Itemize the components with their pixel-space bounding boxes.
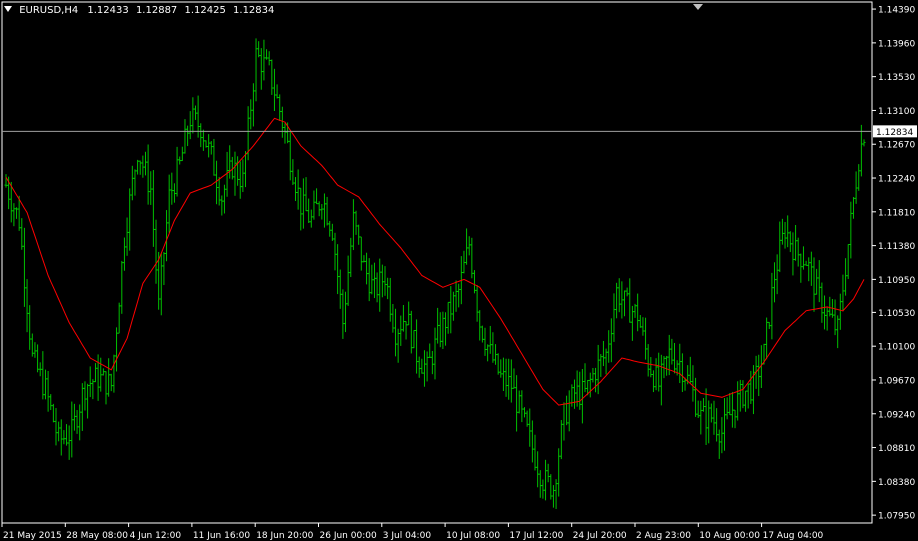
plot-frame bbox=[1, 1, 873, 524]
y-tick-label: 1.13960 bbox=[878, 39, 915, 49]
y-tick-label: 1.12240 bbox=[878, 175, 915, 185]
y-tick-label: 1.13100 bbox=[878, 107, 915, 117]
y-tick-label: 1.09240 bbox=[878, 410, 915, 420]
x-tick-label: 17 Aug 04:00 bbox=[763, 531, 824, 541]
x-tick-label: 10 Aug 00:00 bbox=[699, 531, 760, 541]
x-tick-label: 2 Aug 23:00 bbox=[636, 531, 691, 541]
open-value: 1.12433 bbox=[87, 5, 129, 16]
x-tick-label: 10 Jul 08:00 bbox=[446, 531, 500, 541]
ohlc-values: 1.12433 1.12887 1.12425 1.12834 bbox=[87, 5, 278, 16]
chart-shift-icon[interactable] bbox=[693, 4, 703, 10]
close-value: 1.12834 bbox=[233, 5, 275, 16]
x-tick-label: 26 Jun 00:00 bbox=[320, 531, 377, 541]
x-tick-label: 3 Jul 04:00 bbox=[383, 531, 432, 541]
chart-window[interactable]: 1.14390 1.13960 1.13530 1.13100 1.12670 1.122… bbox=[0, 0, 918, 541]
x-tick-label: 28 May 08:00 bbox=[66, 531, 128, 541]
x-tick-label: 21 May 2015 bbox=[3, 531, 62, 541]
price-chart[interactable]: 1.14390 1.13960 1.13530 1.13100 1.12670 1.122… bbox=[0, 0, 918, 541]
x-tick-label: 11 Jun 16:00 bbox=[193, 531, 250, 541]
symbol-label: EURUSD,H4 bbox=[19, 5, 79, 16]
y-tick-label: 1.11810 bbox=[878, 208, 915, 218]
y-tick-label: 1.08810 bbox=[878, 444, 915, 454]
y-tick-label: 1.10100 bbox=[878, 343, 915, 353]
y-tick-label: 1.08380 bbox=[878, 478, 915, 488]
x-tick-label: 17 Jul 12:00 bbox=[509, 531, 563, 541]
y-tick-label: 1.14390 bbox=[878, 6, 915, 16]
x-tick-label: 4 Jun 12:00 bbox=[130, 531, 182, 541]
y-tick-label: 1.10950 bbox=[878, 276, 915, 286]
y-tick-label: 1.10530 bbox=[878, 309, 915, 319]
collapse-triangle-icon[interactable] bbox=[4, 6, 12, 12]
y-tick-label: 1.11380 bbox=[878, 242, 915, 252]
high-value: 1.12887 bbox=[135, 5, 178, 16]
x-tick-label: 18 Jun 20:00 bbox=[256, 531, 313, 541]
x-tick-label: 24 Jul 20:00 bbox=[573, 531, 627, 541]
y-tick-label: 1.13530 bbox=[878, 73, 915, 83]
y-tick-label: 1.09670 bbox=[878, 376, 915, 386]
current-price-label: 1.12834 bbox=[876, 128, 913, 138]
y-tick-label: 1.12670 bbox=[878, 141, 915, 151]
chart-header: EURUSD,H4 1.12433 1.12887 1.12425 1.1283… bbox=[4, 5, 278, 16]
y-tick-label: 1.07950 bbox=[878, 512, 915, 522]
low-value: 1.12425 bbox=[184, 5, 226, 16]
